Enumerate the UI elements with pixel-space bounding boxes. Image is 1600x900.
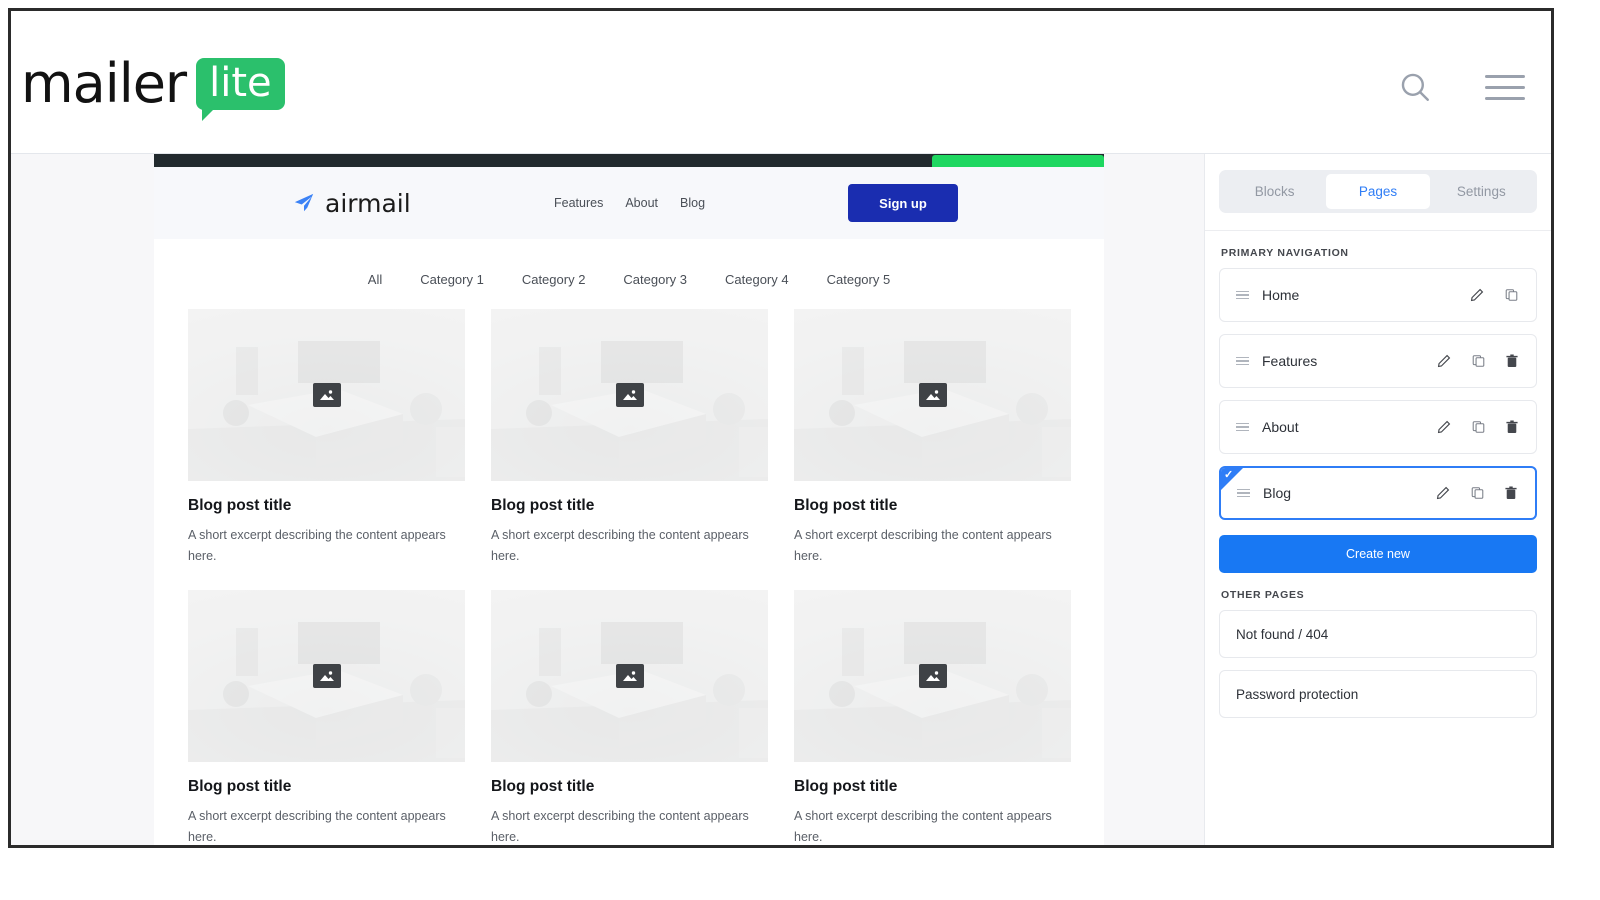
image-placeholder-icon	[615, 383, 644, 407]
paper-plane-icon	[294, 193, 314, 212]
page-row-actions	[1436, 486, 1517, 500]
create-new-button[interactable]: Create new	[1219, 535, 1537, 573]
page-item-password-protection[interactable]: Password protection	[1219, 670, 1537, 718]
signup-button[interactable]: Sign up	[848, 184, 958, 222]
post-thumbnail	[794, 309, 1071, 481]
check-icon: ✓	[1224, 469, 1234, 481]
edit-icon[interactable]	[1436, 486, 1450, 500]
image-placeholder-icon	[312, 664, 341, 689]
image-placeholder-icon	[918, 383, 947, 407]
page-item-label: Home	[1262, 287, 1300, 303]
site-nav-links: Features About Blog	[554, 196, 705, 210]
panel-tab-bar: Blocks Pages Settings	[1219, 170, 1537, 213]
post-thumbnail	[491, 590, 768, 763]
site-nav-link-about[interactable]: About	[625, 196, 658, 210]
mailerlite-logo[interactable]: mailer lite	[21, 52, 285, 121]
editor-side-panel: Blocks Pages Settings PRIMARY NAVIGATION…	[1204, 154, 1551, 845]
post-thumbnail	[188, 590, 465, 763]
image-placeholder-icon	[312, 383, 341, 407]
site-logo-text: airmail	[325, 188, 411, 218]
page-row-actions	[1437, 354, 1518, 368]
site-nav-link-features[interactable]: Features	[554, 196, 603, 210]
duplicate-icon[interactable]	[1472, 354, 1485, 368]
blog-post-card[interactable]: Blog post title A short excerpt describi…	[188, 590, 465, 845]
blog-post-card[interactable]: Blog post title A short excerpt describi…	[794, 309, 1071, 566]
primary-navigation-label: PRIMARY NAVIGATION	[1221, 247, 1349, 259]
post-excerpt: A short excerpt describing the content a…	[794, 809, 1052, 844]
post-thumbnail	[188, 309, 465, 481]
blog-post-card[interactable]: Blog post title A short excerpt describi…	[491, 590, 768, 845]
drag-handle-icon[interactable]	[1236, 422, 1249, 432]
page-item-label: Features	[1262, 353, 1318, 369]
post-excerpt: A short excerpt describing the content a…	[188, 809, 446, 844]
duplicate-icon[interactable]	[1505, 288, 1518, 302]
delete-icon[interactable]	[1506, 354, 1518, 368]
post-thumbnail	[491, 309, 768, 481]
post-title: Blog post title	[794, 778, 898, 796]
page-item-about[interactable]: About	[1219, 400, 1537, 454]
image-placeholder-icon	[918, 664, 947, 689]
category-link-2[interactable]: Category 2	[522, 272, 586, 287]
page-item-label: About	[1262, 419, 1299, 435]
other-pages-label: OTHER PAGES	[1221, 589, 1305, 601]
editor-body: airmail Features About Blog Sign up All …	[11, 154, 1551, 845]
post-title: Blog post title	[188, 497, 292, 514]
brand-lite-badge: lite	[196, 58, 285, 121]
category-link-3[interactable]: Category 3	[623, 272, 687, 287]
post-excerpt: A short excerpt describing the content a…	[188, 528, 446, 563]
post-thumbnail	[794, 590, 1071, 763]
edit-icon[interactable]	[1437, 354, 1451, 368]
site-navbar: airmail Features About Blog Sign up	[154, 167, 1104, 239]
search-icon[interactable]	[1397, 69, 1433, 105]
duplicate-icon[interactable]	[1471, 486, 1484, 500]
page-item-home[interactable]: Home	[1219, 268, 1537, 322]
header-actions	[1397, 69, 1525, 105]
page-item-label: Blog	[1263, 485, 1292, 501]
post-excerpt: A short excerpt describing the content a…	[491, 809, 749, 844]
delete-icon[interactable]	[1505, 486, 1517, 500]
blog-post-card[interactable]: Blog post title A short excerpt describi…	[188, 309, 465, 566]
site-nav-link-blog[interactable]: Blog	[680, 196, 705, 210]
site-logo[interactable]: airmail	[292, 189, 411, 218]
drag-handle-icon[interactable]	[1236, 290, 1249, 300]
blog-post-card[interactable]: Blog post title A short excerpt describi…	[794, 590, 1071, 845]
blog-post-grid: Blog post title A short excerpt describi…	[154, 309, 1104, 845]
browser-window-frame: mailer lite airmail Features About Blog …	[8, 8, 1554, 848]
primary-navigation-list: Home Features About ✓ Blog	[1205, 268, 1551, 520]
post-title: Blog post title	[491, 497, 595, 514]
post-excerpt: A short excerpt describing the content a…	[794, 528, 1052, 563]
screenshot-root: mailer lite airmail Features About Blog …	[0, 0, 1600, 900]
delete-icon[interactable]	[1506, 420, 1518, 434]
preview-toolbar-strip	[154, 154, 1104, 167]
page-row-actions	[1437, 420, 1518, 434]
blog-post-card[interactable]: Blog post title A short excerpt describi…	[491, 309, 768, 566]
brand-wordmark: mailer	[21, 52, 187, 115]
image-placeholder-icon	[615, 664, 644, 689]
website-preview-canvas[interactable]: airmail Features About Blog Sign up All …	[154, 154, 1104, 845]
edit-icon[interactable]	[1470, 288, 1484, 302]
page-item-features[interactable]: Features	[1219, 334, 1537, 388]
page-row-actions	[1470, 288, 1518, 302]
category-link-4[interactable]: Category 4	[725, 272, 789, 287]
tab-pages[interactable]: Pages	[1326, 174, 1430, 209]
other-pages-list: Not found / 404 Password protection	[1205, 610, 1551, 718]
drag-handle-icon[interactable]	[1236, 356, 1249, 366]
tab-settings[interactable]: Settings	[1430, 174, 1533, 209]
tab-blocks[interactable]: Blocks	[1223, 174, 1326, 209]
page-item-not-found[interactable]: Not found / 404	[1219, 610, 1537, 658]
category-link-5[interactable]: Category 5	[827, 272, 891, 287]
preview-toolbar-primary-button[interactable]	[932, 155, 1104, 167]
category-link-all[interactable]: All	[368, 272, 382, 287]
hamburger-menu-icon[interactable]	[1485, 74, 1525, 100]
app-header: mailer lite	[11, 11, 1551, 154]
post-title: Blog post title	[188, 778, 292, 796]
duplicate-icon[interactable]	[1472, 420, 1485, 434]
category-link-1[interactable]: Category 1	[420, 272, 484, 287]
post-title: Blog post title	[794, 497, 898, 514]
edit-icon[interactable]	[1437, 420, 1451, 434]
category-filter-bar: All Category 1 Category 2 Category 3 Cat…	[154, 239, 1104, 309]
post-excerpt: A short excerpt describing the content a…	[491, 528, 749, 563]
post-title: Blog post title	[491, 778, 595, 796]
page-item-blog[interactable]: ✓ Blog	[1219, 466, 1537, 520]
